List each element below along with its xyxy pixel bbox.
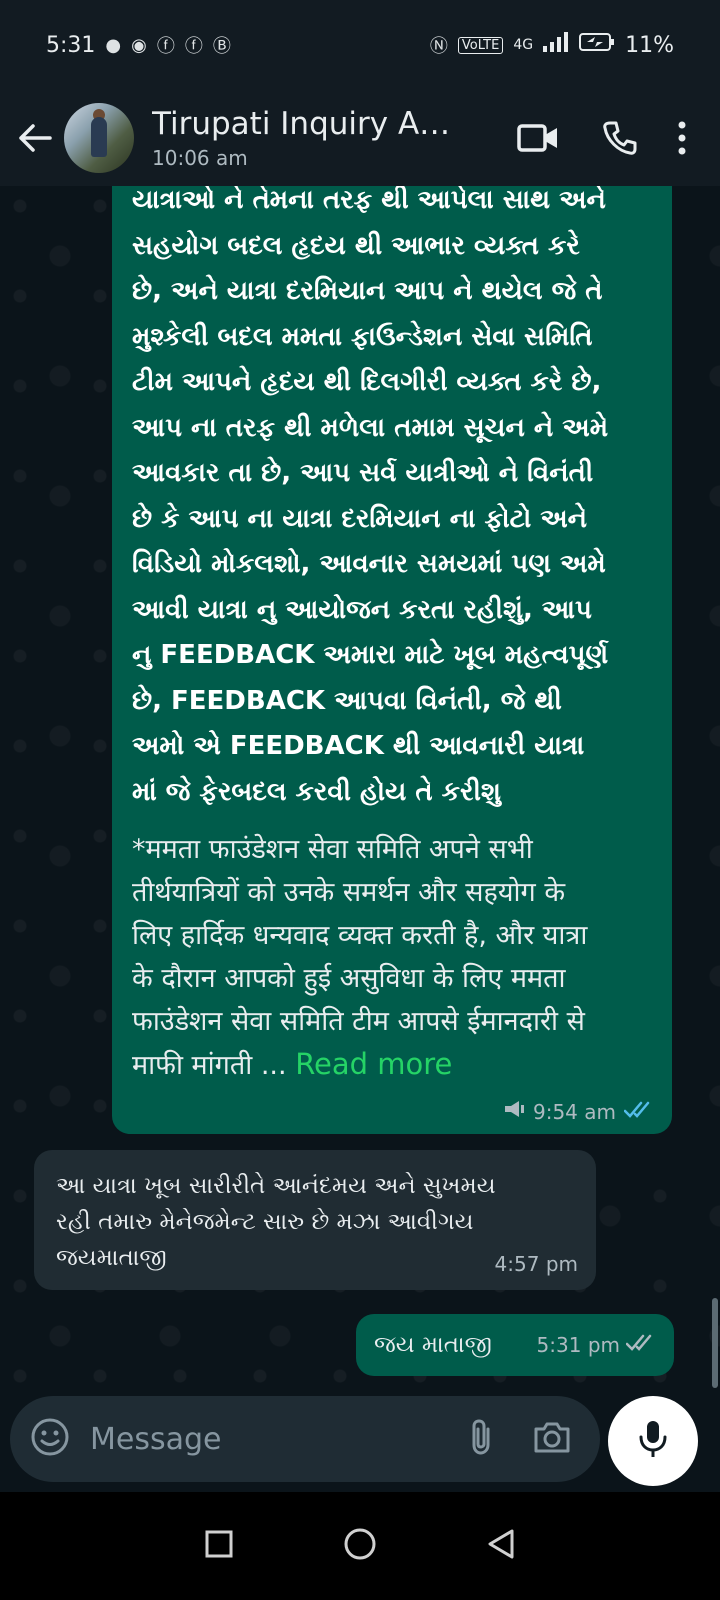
back-arrow-icon[interactable] bbox=[16, 119, 54, 157]
message-line: ટીમ આપને હૃદય થી દિલગીરી વ્યક્ત કરે છે, bbox=[132, 367, 602, 397]
attach-icon[interactable] bbox=[468, 1417, 494, 1461]
recents-icon[interactable] bbox=[204, 1529, 234, 1563]
battery-level: 11% bbox=[625, 32, 674, 58]
message-line: છે કે આપ ના યાત્રા દરમિયાન ના ફોટો અને bbox=[132, 503, 588, 534]
signal-type: 4G bbox=[513, 37, 534, 53]
message-line: लिए हार्दिक धन्यवाद व्यक्त करती है, और य… bbox=[132, 920, 588, 951]
message-time: 9:54 am bbox=[532, 1099, 616, 1124]
message-text-gujarati: યાત્રાઓ ને તેમના તરફ થી આપેલા સાથ અને સહય… bbox=[132, 186, 662, 815]
nfc-icon: Ⓝ bbox=[429, 36, 448, 57]
message-bubble-outgoing[interactable]: જય માતાજી 5:31 pm bbox=[356, 1314, 674, 1376]
facebook-icon: ⓕ bbox=[184, 36, 203, 57]
chat-icon: ● bbox=[105, 34, 122, 56]
chat-area[interactable]: યાત્રાઓ ને તેમના તરફ થી આપેલા સાથ અને સહય… bbox=[0, 186, 720, 1420]
message-meta: 9:54 am bbox=[503, 1099, 654, 1124]
message-line: મુશ્કેલી બદલ મમતા ફાઉન્ડેશન સેવા સમિતિ bbox=[132, 321, 593, 352]
message-line: છે, FEEDBACK આપવા વિનંતી, જે થી bbox=[132, 685, 562, 716]
b-icon: Ⓑ bbox=[212, 36, 231, 57]
contact-info[interactable]: Tirupati Inquiry An... 10:06 am bbox=[152, 106, 508, 170]
message-line: નુ FEEDBACK અમારા માટે ખૂબ મહત્વપૂર્ણ bbox=[132, 640, 609, 670]
emoji-icon[interactable] bbox=[30, 1417, 70, 1461]
message-time: 4:57 pm bbox=[494, 1252, 578, 1276]
home-icon[interactable] bbox=[343, 1527, 377, 1565]
back-icon[interactable] bbox=[486, 1528, 516, 1564]
contact-name: Tirupati Inquiry An... bbox=[152, 106, 462, 142]
message-line: અમો એ FEEDBACK થી આવનારી યાત્રા bbox=[132, 731, 585, 761]
message-bubble-incoming[interactable]: આ યાત્રા ખૂબ સારીરીતે આનંદમય અને સુખમય રહ… bbox=[34, 1150, 596, 1290]
read-receipt-icon bbox=[623, 1100, 654, 1124]
read-more-link[interactable]: Read more bbox=[295, 1047, 452, 1081]
volte-badge: VoLTE bbox=[457, 36, 504, 54]
message-line: આવી યાત્રા નુ આયોજન કરતા રહીશું, આપ bbox=[132, 594, 592, 625]
broadcast-icon bbox=[503, 1099, 525, 1124]
scrollbar-thumb[interactable] bbox=[712, 1298, 718, 1388]
voice-call-icon[interactable] bbox=[590, 108, 650, 168]
message-bubble-outgoing[interactable]: યાત્રાઓ ને તેમના તરફ થી આપેલા સાથ અને સહય… bbox=[112, 186, 672, 1134]
message-meta: 5:31 pm bbox=[537, 1333, 656, 1357]
message-line: के दौरान आपको हुई असुविधा के लिए ममता bbox=[132, 963, 566, 994]
read-receipt-icon bbox=[625, 1333, 656, 1357]
status-time: 5:31 bbox=[46, 32, 96, 58]
message-input[interactable]: Message bbox=[90, 1422, 468, 1457]
message-line: *ममता फाउंडेशन सेवा समिति अपने सभी bbox=[132, 834, 533, 865]
message-composer: Message bbox=[10, 1396, 600, 1482]
message-time: 5:31 pm bbox=[536, 1333, 620, 1357]
signal-icon bbox=[543, 32, 569, 58]
facebook-icon: ⓕ bbox=[156, 36, 175, 57]
video-call-icon[interactable] bbox=[508, 108, 568, 168]
status-bar: 5:31 ● ◉ ⓕ ⓕ Ⓑ Ⓝ VoLTE 4G 11% bbox=[0, 0, 720, 90]
message-line: આવકાર તા છે, આપ સર્વ યાત્રીઓ ને વિનંતી bbox=[132, 458, 594, 488]
message-line: રહી તમારુ મેનેજમેન્ટ સારુ છે મઝા આવીગય bbox=[56, 1209, 474, 1235]
system-nav-bar bbox=[0, 1492, 720, 1600]
message-line: फाउंडेशन सेवा समिति टीम आपसे ईमानदारी से bbox=[132, 1006, 585, 1037]
whatsapp-icon: ◉ bbox=[131, 34, 147, 56]
message-text-hindi: *ममता फाउंडेशन सेवा समिति अपने सभी तीर्थय… bbox=[132, 828, 662, 1087]
mic-icon bbox=[638, 1419, 668, 1463]
chat-header: Tirupati Inquiry An... 10:06 am bbox=[0, 90, 720, 186]
battery-icon bbox=[579, 32, 615, 58]
last-seen: 10:06 am bbox=[152, 146, 248, 170]
message-line: तीर्थयात्रियों को उनके समर्थन और सहयोग क… bbox=[132, 877, 566, 908]
message-line: માં જે ફેરબદલ કરવી હોય તે કરીશુ bbox=[132, 776, 501, 807]
camera-icon[interactable] bbox=[532, 1419, 572, 1459]
message-truncated-line: माफी मांगती ... bbox=[132, 1050, 287, 1081]
message-line: આપ ના તરફ થી મળેલા તમામ સૂચન ને અમે bbox=[132, 412, 609, 443]
message-line: આ યાત્રા ખૂબ સારીરીતે આનંદમય અને સુખમય bbox=[56, 1173, 496, 1199]
message-line: યાત્રાઓ ને તેમના તરફ થી આપેલા સાથ અને bbox=[132, 186, 606, 215]
message-text: જય માતાજી bbox=[374, 1332, 492, 1358]
message-line: વિડિયો મોકલશો, આવનાર સમયમાં પણ અમે bbox=[132, 549, 606, 579]
message-line: સહયોગ બદલ હૃદય થી આભાર વ્યક્ત કરે bbox=[132, 230, 580, 261]
mic-button[interactable] bbox=[608, 1396, 698, 1486]
message-line: છે, અને યાત્રા દરમિયાન આપ ને થયેલ જે તે bbox=[132, 276, 603, 306]
more-options-icon[interactable] bbox=[660, 108, 704, 168]
contact-avatar[interactable] bbox=[64, 103, 134, 173]
